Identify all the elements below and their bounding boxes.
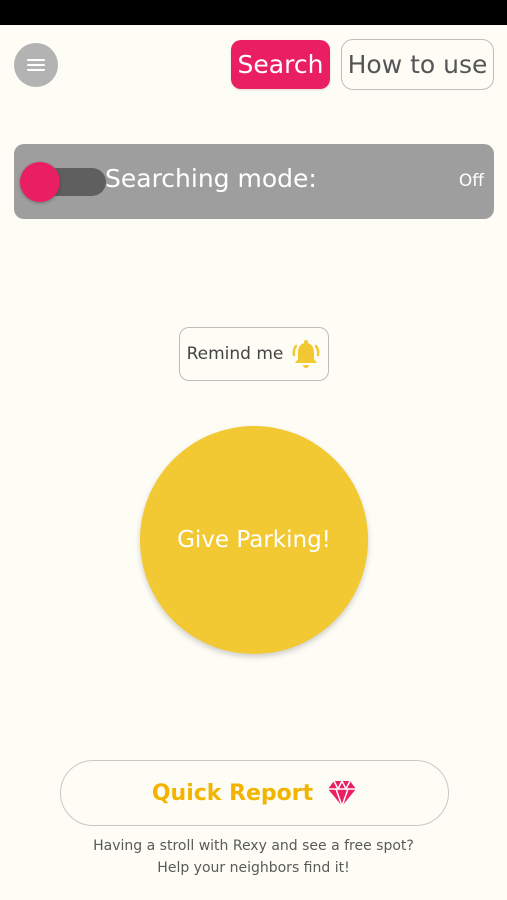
description-line-1: Having a stroll with Rexy and see a free… xyxy=(93,838,414,854)
bell-icon xyxy=(292,340,320,368)
tab-search[interactable]: Search xyxy=(231,40,330,89)
gem-icon xyxy=(328,779,357,807)
description-line-2: Help your neighbors find it! xyxy=(157,860,350,876)
quick-report-button[interactable]: Quick Report xyxy=(60,760,449,826)
menu-button[interactable] xyxy=(14,43,58,87)
remind-me-label: Remind me xyxy=(186,344,284,364)
searching-mode-label: Searching mode: xyxy=(105,164,317,193)
remind-me-button[interactable]: Remind me xyxy=(179,327,329,381)
status-bar xyxy=(0,0,507,25)
searching-mode-bar: Searching mode: Off xyxy=(14,144,494,219)
searching-mode-toggle[interactable] xyxy=(20,162,60,202)
hamburger-menu-icon xyxy=(27,59,45,61)
quick-report-label: Quick Report xyxy=(151,780,314,806)
give-parking-button[interactable]: Give Parking! xyxy=(140,426,368,654)
searching-mode-state: Off xyxy=(458,171,484,191)
tab-how-to-use[interactable]: How to use xyxy=(341,39,494,90)
quick-report-description: Having a stroll with Rexy and see a free… xyxy=(0,835,507,879)
